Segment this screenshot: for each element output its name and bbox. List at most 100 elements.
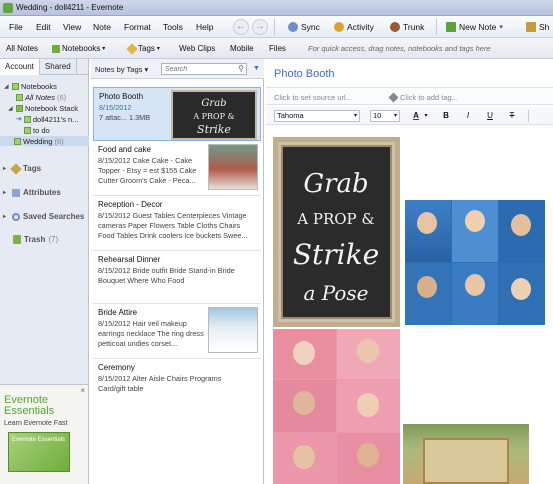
note-item-ceremony[interactable]: Ceremony 8/15/2012 Alter Aisle Chairs Pr… bbox=[93, 359, 261, 404]
sidebar-item-doll4211-notebook[interactable]: ➔ doll4211's n... bbox=[16, 114, 78, 124]
collapse-icon: ▸ bbox=[3, 166, 7, 172]
sidebar-item-wedding[interactable]: Wedding (6) bbox=[0, 136, 89, 146]
sidebar-item-trash[interactable]: Trash (7) bbox=[13, 235, 58, 244]
sidebar-item-to-do[interactable]: to do bbox=[24, 125, 50, 135]
trunk-button[interactable]: Trunk bbox=[390, 20, 424, 34]
tag-icon bbox=[126, 42, 138, 55]
chalk-line-2: A PROP & bbox=[296, 210, 375, 228]
menu-file[interactable]: File bbox=[9, 22, 23, 32]
stack-icon bbox=[16, 104, 23, 112]
note-item-rehearsal-dinner[interactable]: Rehearsal Dinner 8/15/2012 Bride outfit … bbox=[93, 251, 261, 304]
menu-tools[interactable]: Tools bbox=[163, 22, 183, 32]
pink-portrait-collage[interactable] bbox=[273, 329, 400, 484]
format-toolbar: Tahoma ▾ 10 ▾ A ▾ B I U T bbox=[266, 107, 553, 125]
underline-button[interactable]: U bbox=[484, 110, 496, 122]
attributes-icon bbox=[12, 188, 20, 197]
italic-button[interactable]: I bbox=[462, 110, 474, 122]
chevron-down-icon: ▾ bbox=[102, 46, 106, 52]
expand-icon: ◢ bbox=[4, 83, 9, 90]
search-icon[interactable]: ⚲ bbox=[238, 64, 244, 73]
note-list: Notes by Tags ▾ ⚲ ▼ Photo Booth 8/15/201… bbox=[91, 59, 264, 484]
link-web-clips[interactable]: Web Clips bbox=[179, 44, 215, 53]
note-list-header: Notes by Tags ▾ ⚲ ▼ bbox=[91, 59, 264, 79]
new-note-button[interactable]: New Note ▾ bbox=[446, 20, 503, 34]
strikethrough-button[interactable]: T bbox=[506, 110, 518, 122]
note-item-bride-attire[interactable]: Bride Attire 8/15/2012 Hair veil makeup … bbox=[93, 304, 261, 359]
collapse-icon: ▸ bbox=[3, 214, 7, 220]
note-item-photo-booth[interactable]: Photo Booth 8/15/2012 7 attac... 1.3MB G… bbox=[93, 87, 261, 141]
source-url-field[interactable]: Click to set source url... bbox=[274, 93, 352, 102]
tab-account[interactable]: Account bbox=[0, 59, 40, 75]
note-meta-bar: Click to set source url... Click to add … bbox=[266, 87, 553, 105]
toolbar-divider bbox=[528, 110, 529, 122]
menu-bar: File Edit View Note Format Tools Help ← … bbox=[0, 16, 553, 38]
note-item-reception-decor[interactable]: Reception - Decor 8/15/2012 Guest Tables… bbox=[93, 196, 261, 251]
chevron-down-icon: ▾ bbox=[499, 24, 503, 31]
link-tags[interactable]: Tags ▾ bbox=[126, 42, 160, 55]
chevron-down-icon[interactable]: ▼ bbox=[253, 65, 260, 72]
link-files[interactable]: Files bbox=[269, 44, 286, 53]
menu-edit[interactable]: Edit bbox=[36, 22, 51, 32]
tag-icon bbox=[10, 162, 22, 175]
forward-arrow-icon[interactable]: → bbox=[252, 19, 268, 35]
note-title[interactable]: Photo Booth bbox=[274, 68, 335, 80]
note-item-food-and-cake[interactable]: Food and cake 8/15/2012 Cake Cake - Cake… bbox=[93, 141, 261, 196]
chevron-down-icon[interactable]: ▾ bbox=[420, 110, 432, 122]
menu-help[interactable]: Help bbox=[196, 22, 213, 32]
chalkboard-photo[interactable]: Grab A PROP & Strike a Pose bbox=[273, 137, 400, 327]
chalk-line-1: Grab bbox=[303, 169, 368, 199]
shortcut-bar: All Notes Notebooks ▾ Tags ▾ Web Clips M… bbox=[0, 38, 553, 59]
back-arrow-icon[interactable]: ← bbox=[233, 19, 249, 35]
promo-tagline: Learn Evernote Fast bbox=[4, 420, 68, 427]
menu-note[interactable]: Note bbox=[93, 22, 111, 32]
sidebar-item-notebook-stack[interactable]: ◢ Notebook Stack bbox=[8, 103, 78, 113]
font-size-select[interactable]: 10 ▾ bbox=[370, 110, 400, 122]
link-mobile[interactable]: Mobile bbox=[230, 44, 254, 53]
window-title: Wedding - doll4211 - Evernote bbox=[16, 3, 124, 12]
svg-text:Grab: Grab bbox=[201, 98, 226, 109]
sidebar-item-all-notes[interactable]: All Notes (6) bbox=[16, 92, 66, 102]
activity-icon bbox=[334, 22, 344, 32]
sidebar-item-attributes[interactable]: ▸ Attributes bbox=[3, 188, 61, 197]
menu-view[interactable]: View bbox=[63, 22, 81, 32]
title-bar: Wedding - doll4211 - Evernote bbox=[0, 0, 553, 16]
link-all-notes[interactable]: All Notes bbox=[6, 44, 38, 53]
sync-icon bbox=[288, 22, 298, 32]
sync-button[interactable]: Sync bbox=[288, 20, 320, 34]
search-box[interactable]: ⚲ bbox=[161, 63, 247, 75]
font-select[interactable]: Tahoma ▾ bbox=[274, 110, 360, 122]
chalk-line-3: Strike bbox=[293, 238, 379, 271]
tag-icon bbox=[388, 92, 399, 103]
sidebar-item-tags[interactable]: ▸ Tags bbox=[3, 162, 41, 175]
toolbar-divider bbox=[436, 19, 437, 35]
bold-button[interactable]: B bbox=[440, 110, 452, 122]
collapse-icon: ▸ bbox=[3, 190, 7, 196]
notebook-icon bbox=[12, 82, 19, 90]
evernote-essentials-promo[interactable]: × Evernote Essentials Learn Evernote Fas… bbox=[0, 384, 89, 484]
sidebar-item-saved-searches[interactable]: ▸ Saved Searches bbox=[3, 212, 84, 221]
notebook-icon bbox=[24, 126, 31, 134]
menu-format[interactable]: Format bbox=[124, 22, 151, 32]
chevron-down-icon: ▾ bbox=[144, 65, 149, 74]
tab-shared[interactable]: Shared bbox=[40, 59, 77, 75]
svg-text:A PROP &: A PROP & bbox=[192, 112, 234, 121]
search-input[interactable] bbox=[162, 64, 232, 75]
dress-thumbnail bbox=[208, 307, 258, 353]
trash-icon bbox=[13, 235, 21, 244]
close-icon[interactable]: × bbox=[80, 386, 85, 395]
blue-portrait-collage[interactable] bbox=[405, 200, 545, 325]
outdoor-photo[interactable] bbox=[403, 424, 529, 484]
sidebar-notebooks-header[interactable]: ◢ Notebooks bbox=[4, 81, 57, 91]
tag-field[interactable]: Click to add tag... bbox=[388, 92, 458, 103]
sidebar: Account Shared ◢ Notebooks All Notes (6)… bbox=[0, 59, 89, 384]
sidebar-tabs: Account Shared bbox=[0, 59, 88, 75]
shortcut-hint: For quick access, drag notes, notebooks … bbox=[308, 44, 491, 53]
photo-booth-thumbnail: Grab A PROP & Strike bbox=[171, 90, 257, 140]
activity-button[interactable]: Activity bbox=[334, 20, 374, 34]
notebook-icon bbox=[16, 93, 23, 101]
share-button[interactable]: Sh bbox=[526, 20, 549, 34]
cake-thumbnail bbox=[208, 144, 258, 190]
notebook-icon bbox=[14, 137, 21, 145]
sort-dropdown[interactable]: Notes by Tags ▾ bbox=[95, 65, 148, 74]
link-notebooks[interactable]: Notebooks ▾ bbox=[52, 44, 105, 53]
